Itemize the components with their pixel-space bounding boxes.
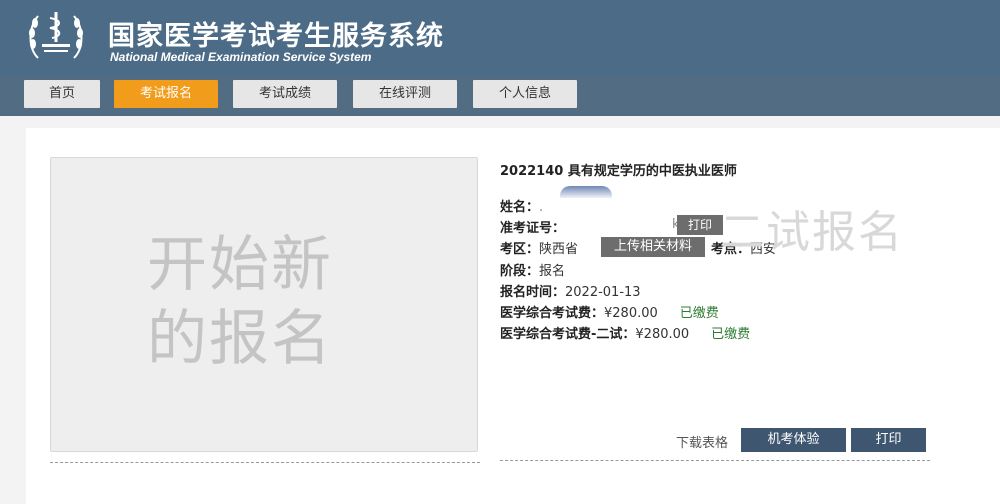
nav-item-exam-scores[interactable]: 考试成绩 — [233, 80, 337, 108]
computer-exam-experience-button[interactable]: 机考体验 — [741, 428, 846, 452]
site-subtitle: National Medical Examination Service Sys… — [110, 50, 372, 64]
nav-item-online-assessment[interactable]: 在线评测 — [353, 80, 457, 108]
nav-item-exam-registration[interactable]: 考试报名 — [114, 80, 218, 108]
second-exam-watermark: 二试报名 — [720, 207, 904, 258]
ticket-row: 准考证号： — [500, 221, 566, 236]
redacted-blur — [560, 186, 612, 198]
nav-item-home[interactable]: 首页 — [24, 80, 100, 108]
upload-materials-button[interactable]: 上传相关材料 — [601, 237, 705, 257]
fee1-row: 医学综合考试费：¥280.00 已缴费 — [500, 306, 719, 321]
fee1-status-badge: 已缴费 — [679, 306, 719, 321]
fee2-status-badge: 已缴费 — [711, 327, 751, 342]
exam-title: 2022140 具有规定学历的中医执业医师 — [500, 164, 737, 179]
district-row: 考区：陕西省 — [500, 242, 579, 257]
main-nav: 首页 考试报名 考试成绩 在线评测 个人信息 — [0, 76, 1000, 116]
site-title: 国家医学考试考生服务系统 — [108, 21, 444, 52]
fee2-row: 医学综合考试费-二试：¥280.00 已缴费 — [500, 327, 751, 342]
print-ticket-button[interactable]: 打印 — [677, 215, 723, 235]
divider — [50, 462, 480, 463]
site-header: 国家医学考试考生服务系统 National Medical Examinatio… — [0, 0, 1000, 76]
print-button[interactable]: 打印 — [851, 428, 926, 452]
download-form-link[interactable]: 下载表格 — [676, 432, 728, 451]
start-new-registration-card[interactable]: 开始新 的报名 — [50, 157, 478, 452]
registration-time-row: 报名时间：2022-01-13 — [500, 285, 641, 300]
logo-emblem-icon — [24, 6, 88, 66]
start-new-registration-text: 开始新 的报名 — [147, 230, 333, 374]
stage-row: 阶段：报名 — [500, 264, 566, 279]
nav-item-personal-info[interactable]: 个人信息 — [473, 80, 577, 108]
name-row: 姓名：. — [500, 200, 544, 215]
divider — [500, 460, 930, 461]
